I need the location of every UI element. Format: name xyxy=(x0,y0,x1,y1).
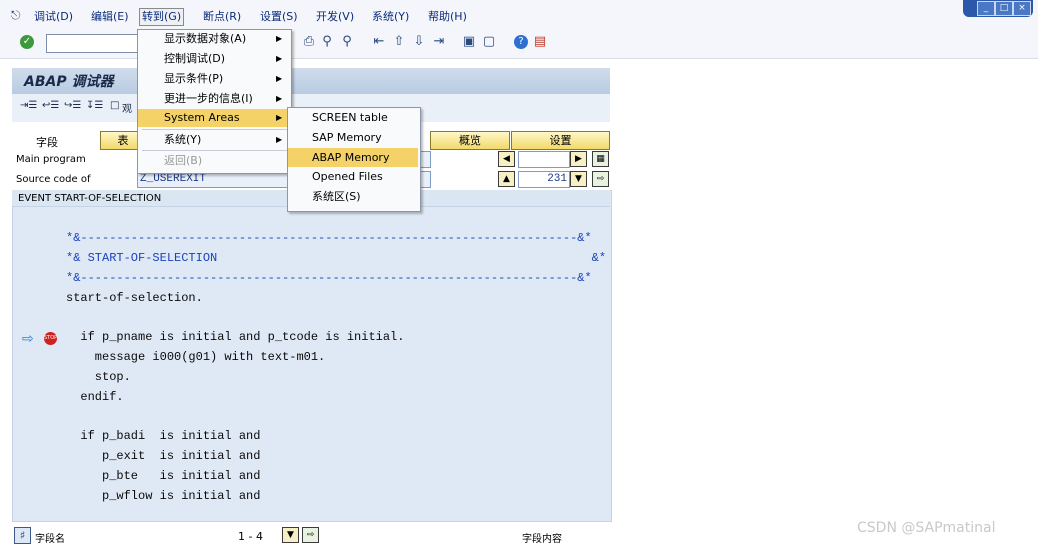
window-menu-icon[interactable]: ⎋ xyxy=(11,8,21,23)
previous-page-icon[interactable]: ⇧ xyxy=(392,35,406,49)
code-line: endif. xyxy=(66,390,124,404)
delete-trash-icon[interactable]: ♯ xyxy=(14,527,31,544)
tab-settings[interactable]: 设置 xyxy=(511,131,610,150)
menu-breakpoints[interactable]: 断点(R) xyxy=(203,9,241,25)
pager-dropdown-button[interactable]: ▼ xyxy=(282,527,299,543)
tab-fields-label[interactable]: 字段 xyxy=(36,134,58,150)
scroll-up-button[interactable]: ▲ xyxy=(498,171,515,187)
code-line: start-of-selection. xyxy=(66,291,203,305)
menu-item-display-condition[interactable]: 显示条件(P) ▶ xyxy=(138,70,289,88)
last-page-icon[interactable]: ⇥ xyxy=(432,35,446,49)
code-line: p_bte is initial and xyxy=(66,469,261,483)
submenu-item-system-area[interactable]: 系统区(S) xyxy=(288,187,418,206)
current-line-arrow-icon: ⇨ xyxy=(22,331,34,347)
code-line: message i000(g01) with text-m01. xyxy=(66,350,326,364)
continue-icon[interactable]: ↧☰ xyxy=(86,100,103,111)
field-name-label: 字段名 xyxy=(35,534,65,545)
page-title: ABAP 调试器 xyxy=(24,74,114,90)
close-button[interactable]: × xyxy=(1013,1,1031,16)
code-line: if p_pname is initial and p_tcode is ini… xyxy=(66,330,405,344)
help-icon[interactable]: ? xyxy=(514,35,528,49)
detail-view-icon[interactable]: ▦ xyxy=(592,151,609,167)
first-page-icon[interactable]: ⇤ xyxy=(372,35,386,49)
menu-help[interactable]: 帮助(H) xyxy=(428,9,467,25)
pager-label: 1 - 4 xyxy=(238,530,263,543)
code-line: *& START-OF-SELECTION &* xyxy=(66,251,607,265)
find-next-icon[interactable]: ⚲ xyxy=(340,35,354,49)
step-over-icon[interactable]: ↩☰ xyxy=(42,100,59,111)
pager-next-icon[interactable]: ⇨ xyxy=(302,527,319,543)
menu-item-system-areas[interactable]: System Areas ▶ xyxy=(138,109,289,127)
code-event-header: EVENT START-OF-SELECTION xyxy=(18,193,162,204)
menu-item-display-data-object[interactable]: 显示数据对象(A) ▶ xyxy=(138,30,289,48)
find-icon[interactable]: ⚲ xyxy=(320,35,334,49)
tab-overview[interactable]: 概览 xyxy=(430,131,510,150)
print-icon[interactable]: ⎙ xyxy=(302,35,316,49)
goto-line-icon[interactable]: ⇨ xyxy=(592,171,609,187)
code-line: if p_badi is initial and xyxy=(66,429,261,443)
menu-settings[interactable]: 设置(S) xyxy=(260,9,298,25)
breakpoint-stop-icon[interactable]: STOP xyxy=(44,332,57,345)
menu-separator xyxy=(142,129,287,130)
next-page-icon[interactable]: ⇩ xyxy=(412,35,426,49)
command-field[interactable] xyxy=(46,34,138,53)
code-line: stop. xyxy=(66,370,131,384)
code-line: *&--------------------------------------… xyxy=(66,271,592,285)
menu-item-back: 返回(B) xyxy=(164,154,203,167)
submenu-item-opened-files[interactable]: Opened Files xyxy=(288,167,418,186)
minimize-button[interactable]: _ xyxy=(977,1,995,16)
submenu-item-sap-memory[interactable]: SAP Memory xyxy=(288,128,418,147)
scroll-right-button[interactable]: ▶ xyxy=(570,151,587,167)
menu-system[interactable]: 系统(Y) xyxy=(372,9,409,25)
menu-goto[interactable]: 转到(G) xyxy=(139,8,185,26)
watchpoint-icon[interactable]: □ xyxy=(110,100,119,111)
source-code-label: Source code of xyxy=(16,174,91,185)
submenu-item-abap-memory[interactable]: ABAP Memory xyxy=(288,148,418,167)
main-program-label: Main program xyxy=(16,154,86,165)
watchpoint-label[interactable]: 观 xyxy=(122,100,132,115)
menu-item-control-debugging[interactable]: 控制调试(D) ▶ xyxy=(138,50,289,68)
code-line: *&--------------------------------------… xyxy=(66,231,592,245)
watermark: CSDN @SAPmatinal xyxy=(857,520,996,536)
code-line: p_exit is initial and xyxy=(66,449,261,463)
menu-item-further-info[interactable]: 更进一步的信息(I) ▶ xyxy=(138,90,289,108)
line-number-field[interactable]: 231 xyxy=(518,171,570,188)
scroll-down-button[interactable]: ▼ xyxy=(570,171,587,187)
window-controls: _ □ × xyxy=(963,0,1033,17)
menu-edit[interactable]: 编辑(E) xyxy=(91,9,129,25)
scroll-left-button[interactable]: ◀ xyxy=(498,151,515,167)
maximize-button[interactable]: □ xyxy=(995,1,1013,16)
offset-field[interactable] xyxy=(518,151,570,168)
menu-item-system[interactable]: 系统(Y) ▶ xyxy=(138,131,289,149)
menu-debug[interactable]: 调试(D) xyxy=(34,9,73,25)
menu-separator xyxy=(142,150,287,151)
new-session-icon[interactable]: ▣ xyxy=(462,35,476,49)
shortcut-icon[interactable]: ▢ xyxy=(482,35,496,49)
code-line: p_wflow is initial and xyxy=(66,489,261,503)
layout-icon[interactable]: ▤ xyxy=(533,35,547,49)
menu-development[interactable]: 开发(V) xyxy=(316,9,354,25)
field-content-label: 字段内容 xyxy=(522,534,562,545)
enter-check-icon[interactable]: ✓ xyxy=(20,35,34,49)
submenu-item-screen-table[interactable]: SCREEN table xyxy=(288,108,418,127)
step-into-icon[interactable]: ⇥☰ xyxy=(20,100,37,111)
return-icon[interactable]: ↪☰ xyxy=(64,100,81,111)
